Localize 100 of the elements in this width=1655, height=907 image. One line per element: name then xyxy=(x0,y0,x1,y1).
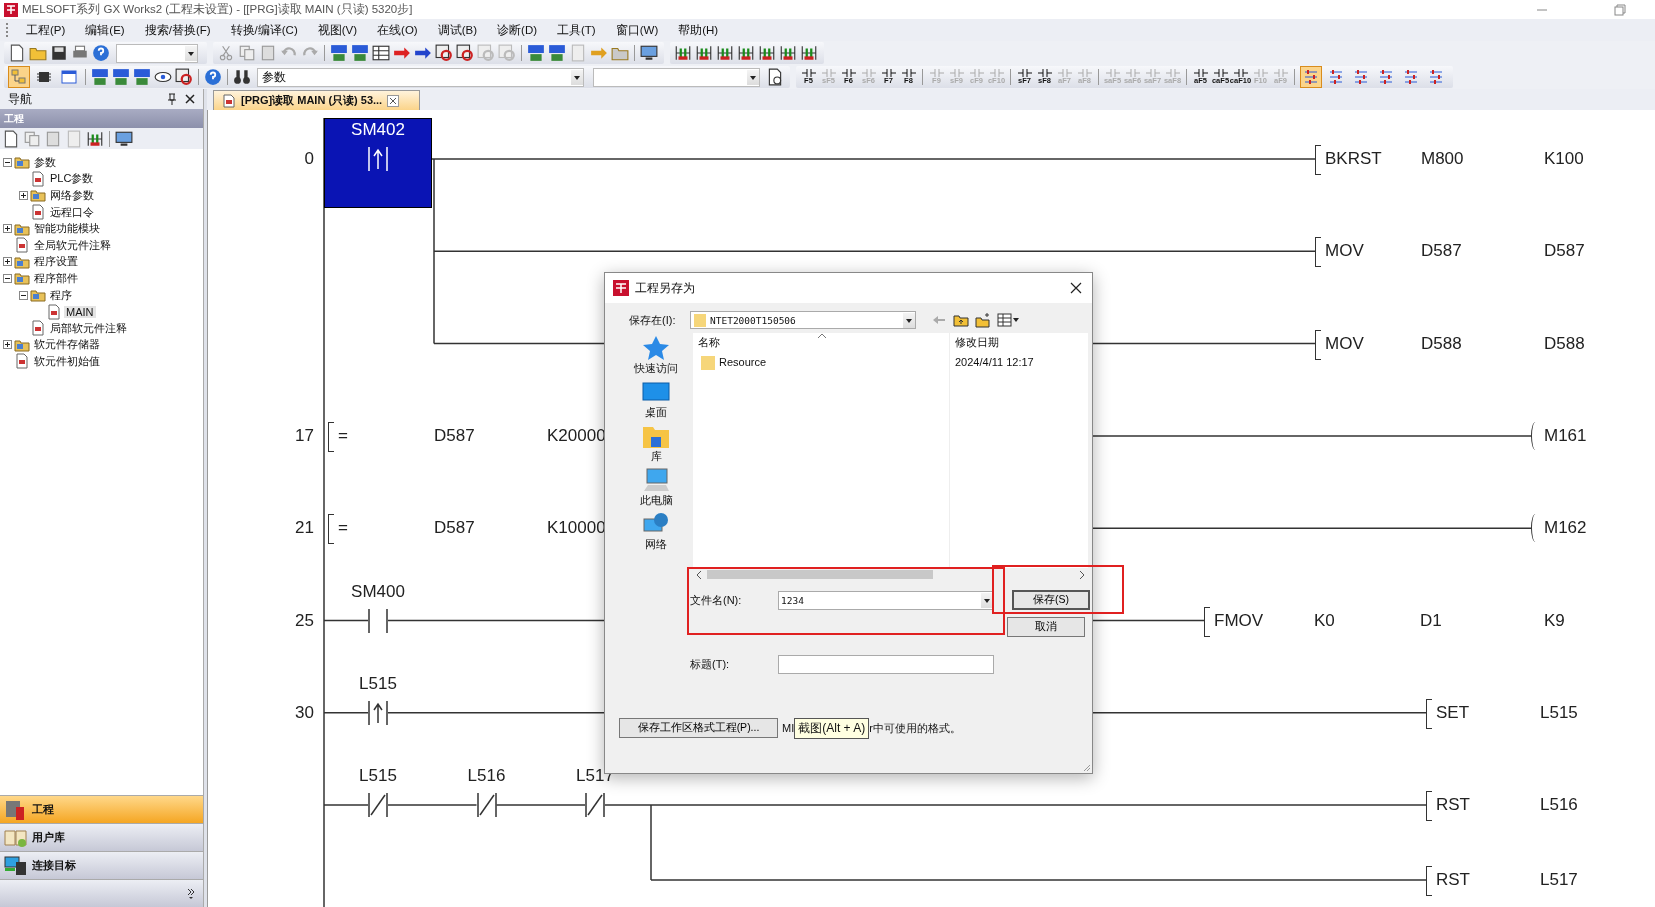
ladder-icon[interactable] xyxy=(716,44,734,62)
contact-icon xyxy=(989,69,1004,77)
menu-item[interactable]: 视图(V) xyxy=(307,22,368,38)
tree-item[interactable]: 程序 xyxy=(48,287,74,303)
document-tab[interactable]: [PRG]读取 MAIN (只读) 53... xyxy=(213,90,420,110)
monitor-icon[interactable] xyxy=(640,44,658,62)
page-icon[interactable] xyxy=(766,68,784,86)
file-name[interactable]: Resource xyxy=(719,356,767,368)
instruction-bracket xyxy=(1426,698,1432,729)
navigation-category[interactable]: 连接目标 xyxy=(0,851,203,879)
pin-icon[interactable] xyxy=(167,93,177,105)
binoculars-icon[interactable] xyxy=(233,68,251,86)
place-shortcut[interactable]: 此电脑 xyxy=(639,467,673,509)
new-file-icon[interactable] xyxy=(8,44,26,62)
place-shortcut[interactable]: 桌面 xyxy=(642,379,670,421)
chevron-icon[interactable] xyxy=(187,887,195,900)
menu-item[interactable]: 窗口(W) xyxy=(605,22,669,38)
navigation-category[interactable]: 工程 xyxy=(0,795,203,823)
new-file-icon[interactable] xyxy=(2,129,20,148)
place-shortcut[interactable]: 网络 xyxy=(642,511,670,553)
tree-item[interactable]: 软元件存储器 xyxy=(32,337,102,353)
close-icon[interactable] xyxy=(185,94,195,104)
ladder-icon[interactable] xyxy=(800,44,818,62)
close-icon[interactable] xyxy=(387,94,400,107)
tree-item[interactable]: 程序部件 xyxy=(32,270,80,286)
tree-item[interactable]: 参数 xyxy=(32,154,58,170)
ladder-icon[interactable] xyxy=(737,44,755,62)
ladder-icon[interactable] xyxy=(86,129,104,148)
workspace-save-button[interactable]: 保存工作区格式工程(P)... xyxy=(619,718,778,738)
place-shortcut[interactable]: 库 xyxy=(642,423,670,465)
menu-item[interactable]: 工程(P) xyxy=(16,22,76,38)
menu-item[interactable]: 编辑(E) xyxy=(75,22,135,38)
menu-item[interactable]: 在线(O) xyxy=(367,22,428,38)
help-icon[interactable] xyxy=(92,44,110,62)
help-icon[interactable] xyxy=(204,68,222,86)
menu-item[interactable]: 帮助(H) xyxy=(668,22,729,38)
scissors-icon[interactable] xyxy=(217,44,235,62)
collapse-toggle-icon[interactable] xyxy=(19,290,28,300)
device-icon[interactable] xyxy=(527,44,545,62)
column-header[interactable]: 名称 xyxy=(698,336,720,350)
tree-item[interactable]: 全局软元件注释 xyxy=(32,237,113,253)
menu-item[interactable]: 诊断(D) xyxy=(487,22,547,38)
tree-item[interactable]: 网络参数 xyxy=(48,188,96,203)
menu-item[interactable]: 转换/编译(C) xyxy=(220,22,308,38)
magnifier-icon[interactable] xyxy=(175,68,193,86)
magnifier-icon[interactable] xyxy=(456,44,474,62)
menu-item[interactable]: 调试(B) xyxy=(427,22,488,38)
scroll-left-icon[interactable] xyxy=(695,569,703,580)
tree-item[interactable]: 智能功能模块 xyxy=(32,221,102,237)
filename-field[interactable]: 1234 xyxy=(778,590,994,610)
view-menu-icon[interactable] xyxy=(997,312,1019,328)
menu-item[interactable]: 工具(T) xyxy=(547,22,606,38)
save-location-combo[interactable]: NTET2000T150506 xyxy=(690,311,916,329)
ladder-icon[interactable] xyxy=(779,44,797,62)
scroll-right-icon[interactable] xyxy=(1078,569,1086,580)
computer-icon xyxy=(642,467,670,493)
ladder-icon[interactable] xyxy=(674,44,692,62)
tree-item[interactable]: 局部软元件注释 xyxy=(48,320,129,336)
device-icon[interactable] xyxy=(91,68,109,86)
document-icon xyxy=(14,353,30,370)
save-icon[interactable] xyxy=(50,44,68,62)
close-icon[interactable] xyxy=(1070,282,1082,294)
collapse-toggle-icon[interactable] xyxy=(3,273,12,283)
step-number: 30 xyxy=(294,701,314,724)
navigation-category[interactable]: 用户库 xyxy=(0,823,203,851)
title-field[interactable] xyxy=(778,654,994,674)
device-icon[interactable] xyxy=(133,68,151,86)
tree-item[interactable]: 程序设置 xyxy=(32,254,80,270)
new-folder-icon[interactable] xyxy=(975,312,991,328)
tree-item[interactable]: MAIN xyxy=(64,305,96,318)
save-button[interactable]: 保存(S) xyxy=(1012,590,1090,610)
expand-toggle-icon[interactable] xyxy=(3,224,12,234)
ladder-icon[interactable] xyxy=(695,44,713,62)
device-icon[interactable] xyxy=(351,44,369,62)
device-icon[interactable] xyxy=(112,68,130,86)
expand-toggle-icon[interactable] xyxy=(3,340,12,350)
column-header[interactable]: 修改日期 xyxy=(955,336,999,350)
up-folder-icon[interactable] xyxy=(953,312,969,328)
menu-item[interactable]: 搜索/替换(F) xyxy=(134,22,221,38)
device-icon[interactable] xyxy=(330,44,348,62)
expand-toggle-icon[interactable] xyxy=(19,191,28,200)
tree-item[interactable]: PLC参数 xyxy=(48,171,96,187)
expand-toggle-icon[interactable] xyxy=(3,257,12,267)
place-shortcut[interactable]: 快速访问 xyxy=(634,335,678,377)
coil-label: M162 xyxy=(1544,517,1587,540)
collapse-toggle-icon[interactable] xyxy=(3,157,12,167)
display-mode-button[interactable] xyxy=(1300,66,1322,88)
contact-icon xyxy=(1057,69,1072,77)
resize-grip-icon[interactable] xyxy=(1081,762,1091,772)
grid-icon[interactable] xyxy=(372,44,390,62)
monitor-icon[interactable] xyxy=(115,129,133,148)
tree-item[interactable]: 远程口令 xyxy=(48,204,96,220)
cancel-button[interactable]: 取消 xyxy=(1007,617,1085,637)
magnifier-icon[interactable] xyxy=(435,44,453,62)
device-icon[interactable] xyxy=(548,44,566,62)
operand: L516 xyxy=(1540,794,1578,817)
tree-item[interactable]: 软元件初始值 xyxy=(32,353,102,369)
ladder-icon[interactable] xyxy=(758,44,776,62)
search-combo[interactable]: 参数 xyxy=(257,67,584,87)
contact-icon xyxy=(1145,69,1160,77)
